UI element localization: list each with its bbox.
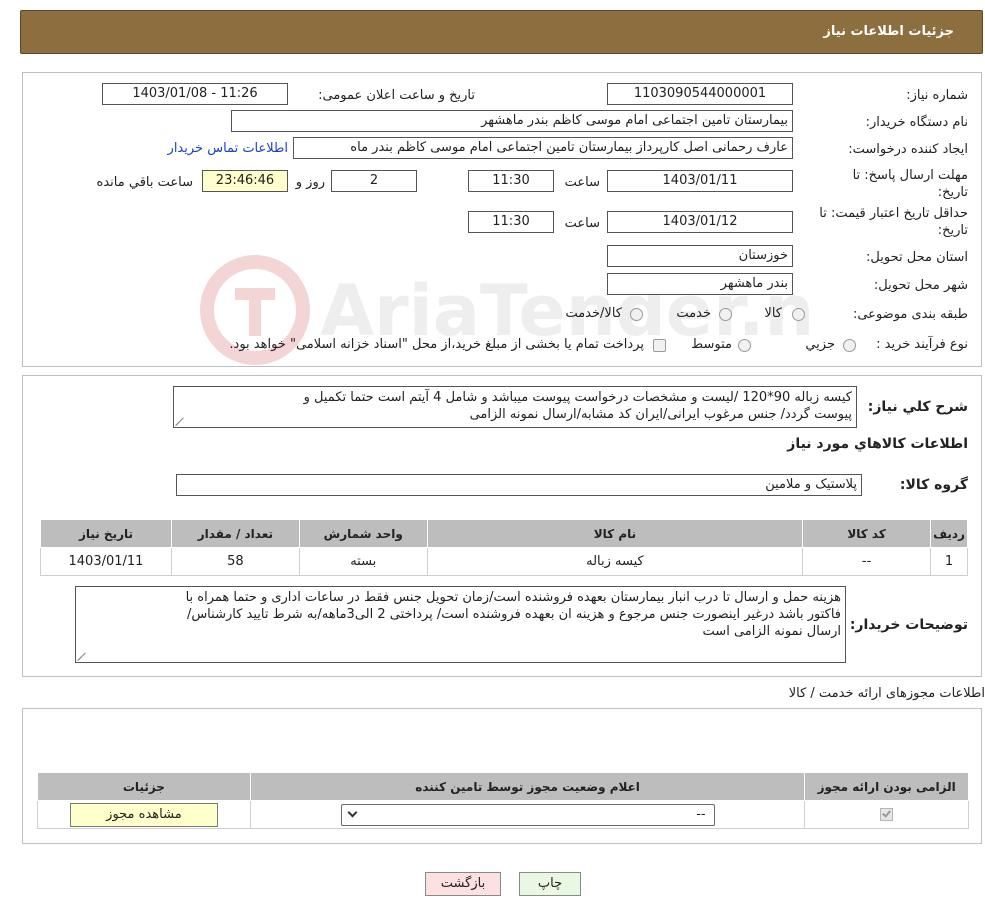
col-quantity: تعداد / مقدار: [170, 519, 300, 548]
category-label: طبقه بندی موضوعی:: [852, 307, 968, 322]
permit-status-value: --: [696, 806, 706, 822]
col-need-date: تاریخ نیاز: [40, 519, 172, 548]
check-icon: [882, 808, 892, 818]
city-label: شهر محل تحویل:: [873, 278, 968, 293]
table-row: -- مشاهده مجوز: [37, 800, 969, 829]
deadline-label-2: تاریخ:: [937, 185, 968, 200]
col-name: نام کالا: [426, 519, 804, 548]
col-permit-details: جزئیات: [37, 772, 251, 801]
buyer-org-label: نام دستگاه خریدار:: [865, 115, 968, 130]
validity-time-field: 11:30: [468, 211, 554, 233]
deadline-time-field: 11:30: [468, 170, 554, 192]
process-radio-medium[interactable]: [738, 339, 751, 352]
validity-time-label: ساعت: [564, 216, 600, 231]
cell-permit-details: مشاهده مجوز: [37, 800, 251, 829]
page-header: جزئیات اطلاعات نیاز: [20, 10, 983, 54]
cell-unit: بسته: [298, 547, 428, 576]
goods-group-label: گروه کالا:: [899, 477, 968, 493]
deadline-time-label: ساعت: [564, 175, 600, 190]
cell-need-date: 1403/01/11: [40, 547, 172, 576]
process-label: نوع فرآیند خرید :: [876, 337, 968, 352]
category-radio-goods-service[interactable]: [630, 308, 643, 321]
summary-textarea[interactable]: کیسه زباله 90*120 /لیست و مشخصات درخواست…: [173, 386, 857, 428]
buyer-notes-line-2: فاکتور باشد درغیر اینصورت جنس مرجوع و هز…: [186, 607, 841, 622]
buyer-notes-line-1: هزینه حمل و ارسال تا درب انبار بیمارستان…: [185, 590, 841, 605]
city-field: بندر ماهشهر: [607, 273, 793, 295]
table-row: 1 -- کیسه زباله بسته 58 1403/01/11: [40, 547, 968, 576]
permits-section-title: اطلاعات مجوزهای ارائه خدمت / کالا: [788, 686, 985, 701]
back-button[interactable]: بازگشت: [425, 872, 501, 896]
col-code: کد کالا: [802, 519, 932, 548]
buyer-contact-link[interactable]: اطلاعات تماس خریدار: [168, 141, 288, 156]
cell-permit-status: --: [249, 800, 806, 829]
buyer-notes-label: توضیحات خریدار:: [849, 617, 968, 633]
province-label: استان محل تحویل:: [866, 250, 968, 265]
goods-group-field: پلاستیک و ملامین: [176, 474, 862, 496]
permit-required-checkbox[interactable]: [880, 808, 894, 821]
chevron-down-icon: [347, 807, 358, 817]
process-option-minor: جزیي: [805, 337, 835, 352]
permit-status-select[interactable]: --: [340, 803, 715, 826]
process-radio-minor[interactable]: [843, 339, 856, 352]
goods-table-header: رديف کد کالا نام کالا واحد شمارش تعداد /…: [40, 519, 968, 548]
process-option-medium: متوسط: [691, 337, 732, 352]
summary-line-1: کیسه زباله 90*120 /لیست و مشخصات درخواست…: [303, 390, 852, 405]
remaining-label: ساعت باقي مانده: [96, 175, 193, 190]
page-title: جزئیات اطلاعات نیاز: [823, 24, 954, 39]
province-field: خوزستان: [607, 245, 793, 267]
days-field: 2: [331, 170, 417, 192]
validity-label-1: حداقل تاریخ اعتبار قیمت: تا: [819, 206, 968, 221]
permits-table-header: الزامی بودن ارائه مجوز اعلام وضعیت مجوز …: [37, 772, 969, 801]
cell-name: کیسه زباله: [426, 547, 804, 576]
announce-field: 1403/01/08 - 11:26: [102, 83, 288, 105]
buyer-org-field: بیمارستان تامین اجتماعی امام موسی کاظم ب…: [231, 110, 793, 132]
cell-code: --: [802, 547, 932, 576]
validity-date-field: 1403/01/12: [607, 211, 793, 233]
process-checkbox-treasury[interactable]: [653, 339, 666, 352]
deadline-date-field: 1403/01/11: [607, 170, 793, 192]
col-row: رديف: [930, 519, 968, 548]
goods-table: رديف کد کالا نام کالا واحد شمارش تعداد /…: [40, 519, 968, 576]
category-option-service: خدمت: [676, 306, 711, 321]
category-option-goods: کالا: [764, 306, 782, 321]
category-option-goods-service: کالا/خدمت: [565, 306, 622, 321]
print-button[interactable]: چاپ: [519, 872, 581, 896]
cell-quantity: 58: [170, 547, 300, 576]
category-radio-service[interactable]: [719, 308, 732, 321]
goods-info-title: اطلاعات کالاهاي مورد نیاز: [787, 436, 968, 452]
view-permit-button[interactable]: مشاهده مجوز: [69, 802, 218, 827]
buyer-notes-textarea[interactable]: هزینه حمل و ارسال تا درب انبار بیمارستان…: [75, 586, 846, 663]
need-number-field: 1103090544000001: [607, 83, 793, 105]
buyer-notes-line-3: ارسال نمونه الزامی است: [702, 624, 841, 639]
validity-label-2: تاریخ:: [937, 223, 968, 238]
permits-table: الزامی بودن ارائه مجوز اعلام وضعیت مجوز …: [37, 772, 969, 829]
process-treasury-note: پرداخت تمام یا بخشی از مبلغ خرید،از محل …: [229, 337, 644, 352]
col-unit: واحد شمارش: [298, 519, 428, 548]
summary-label: شرح کلي نیاز:: [867, 399, 968, 415]
deadline-label-1: مهلت ارسال پاسخ: تا: [852, 168, 968, 183]
remaining-time-field: 23:46:46: [202, 170, 288, 192]
resize-handle[interactable]: [78, 652, 87, 661]
requester-label: ایجاد کننده درخواست:: [848, 142, 968, 157]
announce-label: تاریخ و ساعت اعلان عمومی:: [318, 88, 475, 103]
days-label: روز و: [295, 175, 325, 190]
summary-line-2: پیوست گردد/ جنس مرغوب ایرانی/ایران کد مش…: [469, 407, 852, 422]
category-radio-goods[interactable]: [792, 308, 805, 321]
cell-row: 1: [930, 547, 968, 576]
col-permit-required: الزامی بودن ارائه مجوز: [804, 772, 969, 801]
requester-field: عارف رحمانی اصل کارپرداز بیمارستان تامین…: [293, 137, 793, 159]
cell-permit-required: [804, 800, 969, 829]
resize-handle[interactable]: [176, 417, 185, 426]
col-permit-status: اعلام وضعیت مجوز توسط تامین کننده: [249, 772, 806, 801]
need-number-label: شماره نیاز:: [906, 88, 968, 103]
